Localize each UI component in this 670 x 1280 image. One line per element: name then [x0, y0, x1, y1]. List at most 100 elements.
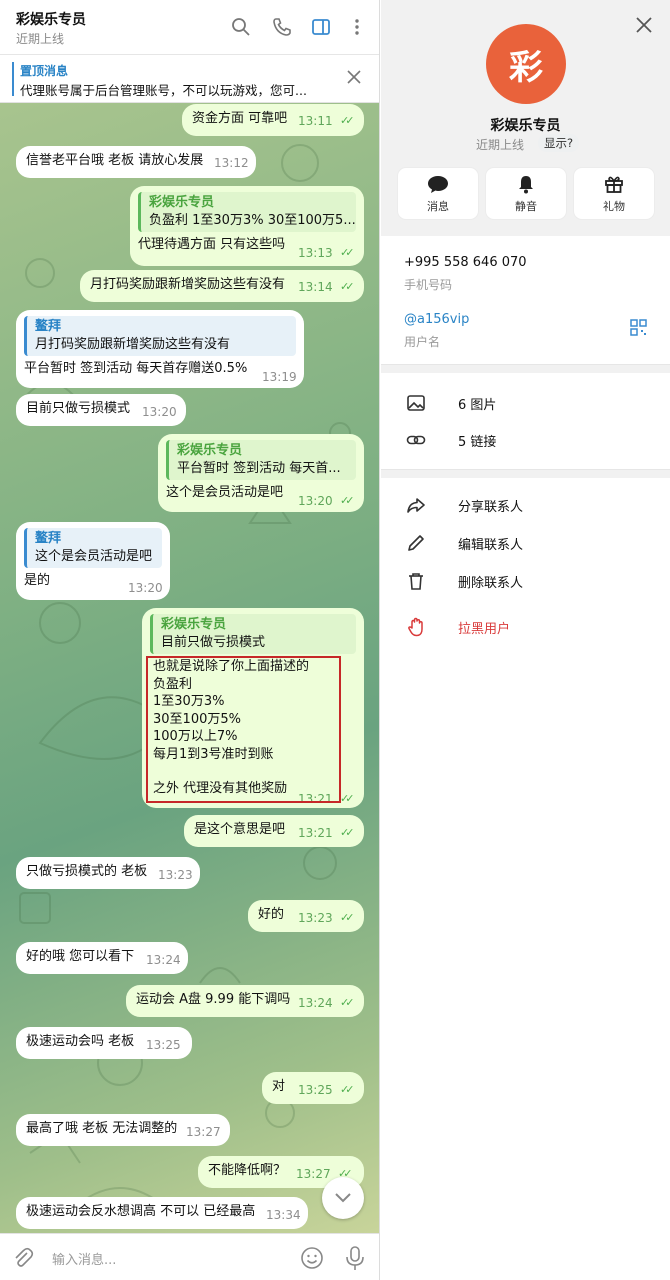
- reply-quote[interactable]: 鳌拜 月打码奖励跟新增奖励这些有没有: [24, 316, 296, 356]
- message-time: 13:25: [298, 1083, 333, 1097]
- pinned-message[interactable]: 置顶消息 代理账号属于后台管理账号，不可以玩游戏，您可...: [0, 55, 379, 103]
- avatar[interactable]: 彩: [486, 24, 566, 104]
- message-time: 13:23: [158, 868, 193, 882]
- sidebar-toggle-icon[interactable]: [310, 16, 332, 38]
- message-bubble[interactable]: 目前只做亏损模式 13:20: [16, 394, 186, 426]
- show-last-seen-button[interactable]: 显示?: [538, 134, 580, 152]
- message-text: 资金方面 可靠吧: [192, 111, 288, 126]
- message-bubble[interactable]: 资金方面 可靠吧 13:11 ✓✓: [182, 104, 364, 136]
- message-time: 13:14: [298, 280, 333, 294]
- media-links-row[interactable]: 5 链接: [381, 422, 670, 458]
- message-bubble[interactable]: 只做亏损模式的 老板 13:23: [16, 857, 200, 889]
- message-text: 运动会 A盘 9.99 能下调吗: [136, 992, 291, 1007]
- reply-quote[interactable]: 鳌拜 这个是会员活动是吧: [24, 528, 162, 568]
- mute-action-button[interactable]: 静音: [486, 168, 566, 219]
- gift-icon: [605, 176, 623, 193]
- delete-contact-row[interactable]: 删除联系人: [381, 563, 670, 599]
- quote-author: 彩娱乐专员: [149, 195, 215, 210]
- message-input[interactable]: 输入消息...: [52, 1249, 116, 1268]
- message-time: 13:27: [296, 1167, 331, 1181]
- reply-quote[interactable]: 彩娱乐专员 目前只做亏损模式: [150, 614, 356, 654]
- share-icon: [407, 498, 425, 513]
- message-bubble[interactable]: 好的 13:23 ✓✓: [248, 900, 364, 932]
- highlight-annotation-box: [146, 656, 341, 803]
- message-bubble[interactable]: 月打码奖励跟新增奖励这些有没有 13:14 ✓✓: [80, 270, 364, 302]
- read-check-icon: ✓✓: [340, 114, 355, 127]
- message-bubble[interactable]: 彩娱乐专员 平台暂时 签到活动 每天首... 这个是会员活动是吧 13:20 ✓…: [158, 434, 364, 512]
- message-time: 13:21: [298, 826, 333, 840]
- message-time: 13:25: [146, 1038, 181, 1052]
- gift-action-button[interactable]: 礼物: [574, 168, 654, 219]
- close-icon[interactable]: [635, 16, 653, 38]
- read-check-icon: ✓✓: [340, 1083, 355, 1096]
- message-bubble[interactable]: 彩娱乐专员 负盈利 1至30万3% 30至100万5... 代理待遇方面 只有这…: [130, 186, 364, 266]
- quote-text: 这个是会员活动是吧: [35, 549, 153, 564]
- media-label: 5 链接: [458, 435, 497, 450]
- message-bubble[interactable]: 运动会 A盘 9.99 能下调吗 13:24 ✓✓: [126, 985, 364, 1017]
- message-time: 13:24: [298, 996, 333, 1010]
- read-check-icon: ✓✓: [340, 246, 355, 259]
- read-check-icon: ✓✓: [340, 792, 355, 805]
- message-bubble[interactable]: 是这个意思是吧 13:21 ✓✓: [184, 815, 364, 847]
- close-icon[interactable]: [346, 69, 362, 89]
- chat-bubble-icon: [428, 175, 448, 193]
- message-time: 13:20: [298, 494, 333, 508]
- message-text: 是这个意思是吧: [194, 822, 286, 837]
- menu-label: 分享联系人: [458, 500, 524, 515]
- read-check-icon: ✓✓: [340, 494, 355, 507]
- quote-text: 平台暂时 签到活动 每天首...: [177, 461, 341, 476]
- pencil-icon: [408, 535, 424, 551]
- hand-stop-icon: [408, 617, 423, 637]
- message-text: 月打码奖励跟新增奖励这些有没有: [90, 277, 286, 292]
- menu-label: 编辑联系人: [458, 538, 524, 553]
- message-bubble[interactable]: 好的哦 您可以看下 13:24: [16, 942, 188, 974]
- message-text: 不能降低啊？: [208, 1163, 287, 1178]
- message-time: 13:11: [298, 114, 333, 128]
- reply-quote[interactable]: 彩娱乐专员 负盈利 1至30万3% 30至100万5...: [138, 192, 356, 232]
- share-contact-row[interactable]: 分享联系人: [381, 487, 670, 523]
- username-link[interactable]: @a156vip: [404, 312, 469, 327]
- more-menu-icon[interactable]: [346, 16, 368, 38]
- message-bubble[interactable]: 最高了哦 老板 无法调整的 13:27: [16, 1114, 230, 1146]
- message-time: 13:24: [146, 953, 181, 967]
- message-text: 是的: [24, 573, 51, 588]
- chat-title[interactable]: 彩娱乐专员: [16, 9, 86, 29]
- pinned-bar: [12, 62, 14, 96]
- message-time: 13:27: [186, 1125, 221, 1139]
- quote-author: 彩娱乐专员: [177, 443, 243, 458]
- message-time: 13:19: [262, 370, 297, 384]
- message-bubble[interactable]: 极速运动会吗 老板 13:25: [16, 1027, 192, 1059]
- quote-author: 彩娱乐专员: [161, 617, 227, 632]
- reply-quote[interactable]: 彩娱乐专员 平台暂时 签到活动 每天首...: [166, 440, 356, 480]
- message-action-button[interactable]: 消息: [398, 168, 478, 219]
- read-check-icon: ✓✓: [340, 826, 355, 839]
- search-icon[interactable]: [230, 16, 252, 38]
- qr-code-icon[interactable]: [630, 319, 647, 340]
- chat-status: 近期上线: [16, 32, 65, 46]
- message-bubble[interactable]: 极速运动会反水想调高 不可以 已经最高 13:34: [16, 1197, 308, 1229]
- chat-header: 彩娱乐专员 近期上线: [0, 0, 379, 55]
- phone-label: 手机号码: [404, 278, 453, 292]
- message-bubble[interactable]: 对 13:25 ✓✓: [262, 1072, 364, 1104]
- message-bubble[interactable]: 鳌拜 这个是会员活动是吧 是的 13:20: [16, 522, 170, 600]
- message-text: 这个是会员活动是吧: [166, 485, 284, 500]
- quote-text: 目前只做亏损模式: [161, 635, 266, 650]
- phone-number[interactable]: +995 558 646 070: [404, 255, 527, 270]
- media-photos-row[interactable]: 6 图片: [381, 385, 670, 421]
- block-user-row[interactable]: 拉黑用户: [381, 609, 670, 645]
- attach-icon[interactable]: [12, 1247, 34, 1273]
- edit-contact-row[interactable]: 编辑联系人: [381, 525, 670, 561]
- scroll-down-button[interactable]: [322, 1177, 364, 1219]
- phone-icon[interactable]: [271, 16, 293, 38]
- message-time: 13:34: [266, 1208, 301, 1222]
- message-time: 13:13: [298, 246, 333, 260]
- message-text: 最高了哦 老板 无法调整的: [26, 1121, 178, 1136]
- microphone-icon[interactable]: [344, 1245, 366, 1275]
- menu-label: 拉黑用户: [458, 622, 511, 637]
- message-bubble[interactable]: 信誉老平台哦 老板 请放心发展 13:12: [16, 146, 256, 178]
- emoji-icon[interactable]: [300, 1246, 324, 1274]
- message-text: 目前只做亏损模式: [26, 401, 131, 416]
- pinned-title: 置顶消息: [20, 64, 69, 78]
- profile-name: 彩娱乐专员: [490, 118, 561, 134]
- message-bubble[interactable]: 鳌拜 月打码奖励跟新增奖励这些有没有 平台暂时 签到活动 每天首存赠送0.5% …: [16, 310, 304, 388]
